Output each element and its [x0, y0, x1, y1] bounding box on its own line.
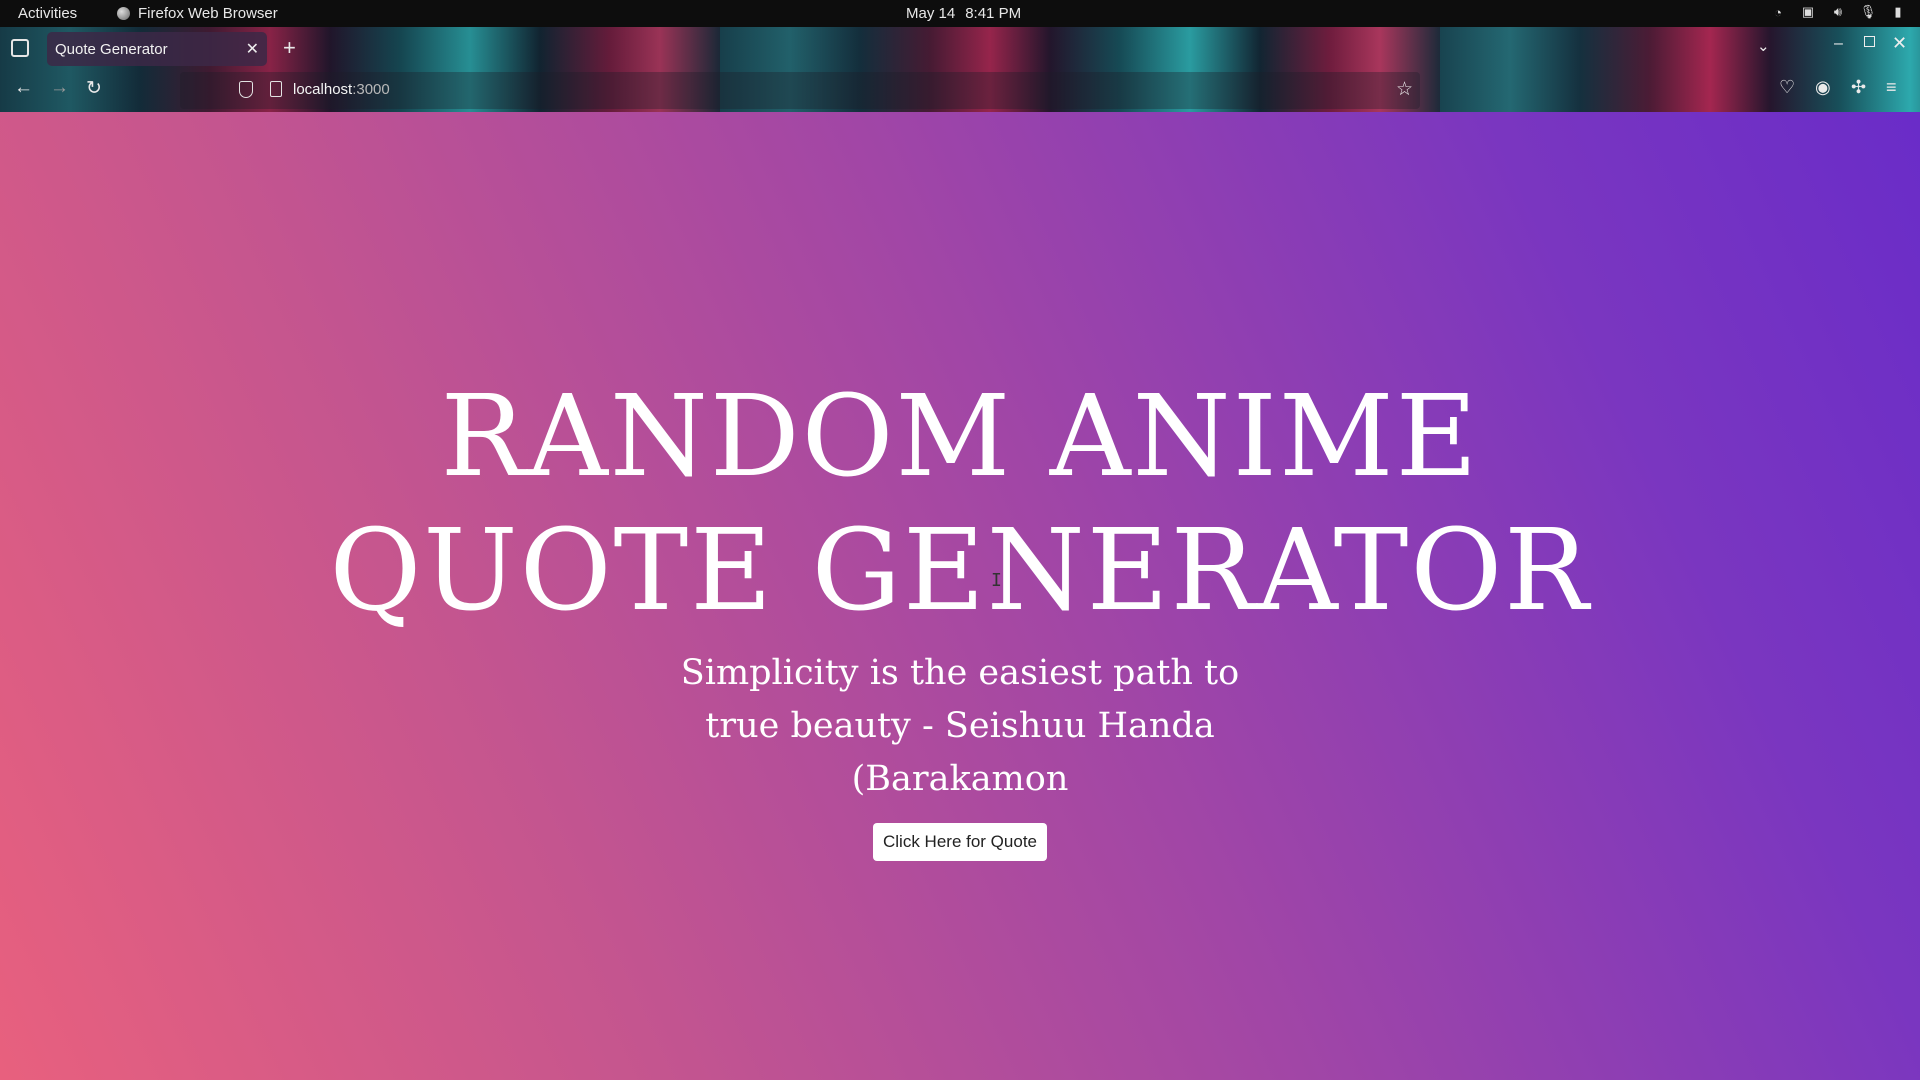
- chevron-down-icon[interactable]: ⌄: [1757, 37, 1770, 55]
- microphone-icon[interactable]: 🎙︎: [1860, 4, 1877, 20]
- minimize-icon[interactable]: –: [1834, 35, 1843, 53]
- url-port: :3000: [352, 81, 390, 98]
- clock-date: May 14: [906, 5, 956, 22]
- url-bar[interactable]: localhost:3000 ☆: [180, 72, 1420, 109]
- reload-icon[interactable]: ↻: [86, 77, 102, 100]
- tab-title: Quote Generator: [55, 40, 168, 58]
- page-title: RANDOM ANIME QUOTE GENERATOR: [0, 370, 1920, 638]
- battery-icon[interactable]: ▮: [1890, 4, 1906, 20]
- quote-line-3: (Barakamon: [851, 759, 1069, 799]
- extensions-icon[interactable]: ✣: [1851, 77, 1866, 98]
- pocket-icon[interactable]: ♡: [1779, 77, 1795, 98]
- url-text[interactable]: localhost:3000: [293, 81, 390, 98]
- back-arrow-icon[interactable]: ←: [14, 77, 33, 99]
- network-icon[interactable]: ◔: [1770, 4, 1786, 20]
- app-menu[interactable]: Firefox Web Browser: [117, 5, 278, 22]
- get-quote-button[interactable]: Click Here for Quote: [873, 823, 1047, 861]
- quote-text: Simplicity is the easiest path to true b…: [660, 647, 1260, 806]
- clock-time: 8:41 PM: [965, 5, 1022, 22]
- clock[interactable]: May 14 8:41 PM: [906, 5, 1021, 22]
- quote-line-2: true beauty - Seishuu Handa: [705, 706, 1215, 746]
- title-line-1: RANDOM ANIME: [440, 372, 1480, 502]
- firefox-icon: [117, 7, 130, 20]
- shield-icon[interactable]: [239, 81, 253, 98]
- url-host: localhost: [293, 81, 353, 98]
- system-tray[interactable]: ◔ ▣ 🔊︎ 🎙︎ ▮: [1770, 4, 1906, 20]
- text-cursor-icon: I: [991, 570, 1002, 591]
- screen-share-icon[interactable]: ▣: [1800, 4, 1816, 20]
- page-content: RANDOM ANIME QUOTE GENERATOR Simplicity …: [0, 112, 1920, 1080]
- tab-bar: Quote Generator ✕ + ⌄ – ✕: [0, 27, 1920, 69]
- page-info-icon[interactable]: [270, 81, 282, 97]
- title-line-2: QUOTE GENERATOR: [329, 506, 1591, 636]
- tab-quote-generator[interactable]: Quote Generator ✕: [47, 32, 267, 66]
- system-top-bar: Activities Firefox Web Browser May 14 8:…: [0, 0, 1920, 27]
- firefox-view-icon[interactable]: [11, 39, 29, 57]
- bookmark-star-icon[interactable]: ☆: [1396, 78, 1413, 101]
- app-name: Firefox Web Browser: [138, 5, 278, 22]
- new-tab-icon[interactable]: +: [283, 35, 296, 61]
- account-icon[interactable]: ◉: [1815, 77, 1831, 98]
- volume-icon[interactable]: 🔊︎: [1830, 4, 1846, 20]
- restore-icon[interactable]: [1864, 36, 1875, 47]
- activities-button[interactable]: Activities: [18, 5, 77, 22]
- browser-chrome: Quote Generator ✕ + ⌄ – ✕ ← → ↻ localhos…: [0, 27, 1920, 112]
- close-tab-icon[interactable]: ✕: [246, 39, 259, 59]
- navigation-toolbar: ← → ↻ localhost:3000 ☆ ♡ ◉ ✣ ≡: [0, 69, 1920, 112]
- forward-arrow-icon[interactable]: →: [50, 77, 69, 99]
- close-window-icon[interactable]: ✕: [1892, 33, 1907, 54]
- quote-line-1: Simplicity is the easiest path to: [680, 653, 1240, 693]
- hamburger-menu-icon[interactable]: ≡: [1886, 77, 1897, 98]
